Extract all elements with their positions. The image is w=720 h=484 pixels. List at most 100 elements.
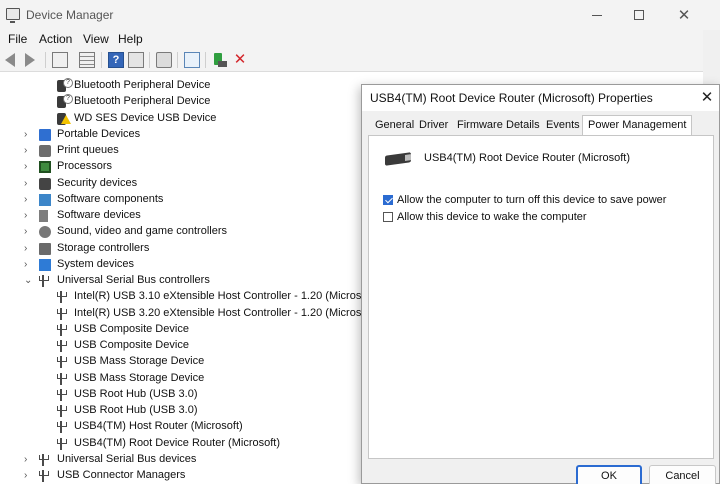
chevron-right-icon[interactable]: › <box>24 241 34 257</box>
ok-button[interactable]: OK <box>576 465 642 484</box>
close-icon: ✕ <box>677 6 691 24</box>
monitor-icon[interactable] <box>184 52 200 68</box>
chevron-right-icon[interactable]: › <box>24 468 34 484</box>
tree-item-label: System devices <box>57 257 135 270</box>
tree-item-label: Sound, video and game controllers <box>57 225 227 238</box>
tree-item-label: USB Mass Storage Device <box>74 355 205 368</box>
close-button[interactable]: ✕ <box>662 4 706 26</box>
allow-wake-option[interactable]: Allow this device to wake the computer <box>383 210 587 224</box>
usb-icon <box>57 437 67 450</box>
system-device-icon <box>39 258 51 271</box>
tab-general[interactable]: General <box>375 119 414 131</box>
view-icon[interactable] <box>128 52 144 68</box>
cancel-button[interactable]: Cancel <box>649 465 716 484</box>
allow-turn-off-checkbox[interactable] <box>383 195 393 205</box>
chevron-right-icon[interactable]: › <box>24 452 34 468</box>
tree-device[interactable]: USB4(TM) Host Router (Microsoft) <box>0 419 370 435</box>
tree-category[interactable]: › Processors <box>0 159 370 175</box>
chevron-down-icon[interactable]: ⌄ <box>24 273 34 289</box>
tab-details[interactable]: Details <box>506 119 540 131</box>
tree-item-label: USB Composite Device <box>74 339 189 351</box>
properties-icon[interactable] <box>79 52 95 68</box>
tab-driver[interactable]: Driver <box>419 119 448 131</box>
dialog-tabs: General Driver Firmware Details Events P… <box>368 115 715 136</box>
usb-icon <box>57 291 67 304</box>
tree-category[interactable]: ⌄ Universal Serial Bus controllers <box>0 273 370 289</box>
tree-category[interactable]: › Sound, video and game controllers <box>0 224 370 240</box>
tree-device[interactable]: Intel(R) USB 3.10 eXtensible Host Contro… <box>0 289 377 305</box>
tree-category[interactable]: › Universal Serial Bus devices <box>0 452 370 468</box>
tree-item-label: Security devices <box>57 176 138 189</box>
allow-turn-off-label: Allow the computer to turn off this devi… <box>397 194 667 206</box>
usb-icon <box>57 356 67 369</box>
toolbar-separator <box>45 52 46 68</box>
tree-item-label: Bluetooth Peripheral Device <box>74 79 211 91</box>
tree-category[interactable]: › System devices <box>0 257 370 273</box>
tree-category[interactable]: › Security devices <box>0 176 370 192</box>
tree-category[interactable]: › Storage controllers <box>0 241 370 257</box>
tree-item-label: Software devices <box>57 209 141 221</box>
chevron-right-icon[interactable]: › <box>24 159 34 175</box>
menu-bar: File Action View Help <box>0 30 720 48</box>
chevron-right-icon[interactable]: › <box>24 127 34 143</box>
usb-icon <box>39 470 49 482</box>
tab-power-management[interactable]: Power Management <box>582 115 693 136</box>
forward-arrow-icon[interactable] <box>25 53 35 67</box>
menu-help[interactable]: Help <box>118 32 143 46</box>
sound-icon <box>39 226 51 239</box>
device-manager-app-icon <box>6 8 20 23</box>
chevron-right-icon[interactable]: › <box>24 143 34 159</box>
printer-icon <box>39 145 51 157</box>
update-driver-icon[interactable] <box>212 52 228 68</box>
chevron-right-icon[interactable]: › <box>24 224 34 240</box>
menu-action[interactable]: Action <box>39 32 72 46</box>
dialog-close-icon[interactable]: ✕ <box>697 88 717 108</box>
chevron-right-icon[interactable]: › <box>24 192 34 208</box>
show-hide-console-tree-icon[interactable] <box>52 52 68 68</box>
tree-item-label: USB Root Hub (USB 3.0) <box>74 404 198 416</box>
tree-category[interactable]: › Portable Devices <box>0 127 370 143</box>
window-title: Device Manager <box>26 8 114 22</box>
maximize-button[interactable] <box>617 4 661 26</box>
tab-events[interactable]: Events <box>546 119 580 131</box>
storage-controller-icon <box>39 242 51 255</box>
tree-category[interactable]: › Software components <box>0 192 370 208</box>
tree-item-label: Universal Serial Bus devices <box>57 452 197 465</box>
chevron-right-icon[interactable]: › <box>24 257 34 273</box>
usb-icon <box>57 421 67 434</box>
tree-item-label: Software components <box>57 192 164 205</box>
tree-device[interactable]: Bluetooth Peripheral Device <box>0 94 370 110</box>
chevron-right-icon[interactable]: › <box>24 176 34 192</box>
tree-item-label: USB Root Hub (USB 3.0) <box>74 387 198 400</box>
uninstall-device-icon[interactable]: ✕ <box>232 52 248 68</box>
tree-device[interactable]: USB Mass Storage Device <box>0 371 370 387</box>
dialog-title: USB4(TM) Root Device Router (Microsoft) … <box>370 91 653 105</box>
tree-device[interactable]: USB Mass Storage Device <box>0 354 370 370</box>
allow-turn-off-option[interactable]: Allow the computer to turn off this devi… <box>383 193 666 207</box>
usb-icon <box>39 275 49 287</box>
help-icon[interactable]: ? <box>108 52 124 68</box>
tree-category[interactable]: › Print queues <box>0 143 370 159</box>
tree-category[interactable]: › USB Connector Managers <box>0 468 370 484</box>
tree-device[interactable]: Bluetooth Peripheral Device <box>0 78 370 94</box>
tab-firmware[interactable]: Firmware <box>457 119 503 131</box>
menu-view[interactable]: View <box>83 32 109 46</box>
tree-device[interactable]: Intel(R) USB 3.20 eXtensible Host Contro… <box>0 306 377 322</box>
chevron-right-icon[interactable]: › <box>24 208 34 224</box>
tree-category[interactable]: › Software devices <box>0 208 370 224</box>
tree-device[interactable]: USB Root Hub (USB 3.0) <box>0 403 370 419</box>
tree-device[interactable]: USB Root Hub (USB 3.0) <box>0 387 370 403</box>
tree-device[interactable]: WD SES Device USB Device <box>0 111 370 127</box>
tree-device[interactable]: USB4(TM) Root Device Router (Microsoft) <box>0 436 370 452</box>
back-arrow-icon[interactable] <box>5 53 15 67</box>
tree-item-label: Processors <box>57 160 113 173</box>
title-bar: Device Manager ✕ <box>0 0 720 30</box>
scan-hardware-changes-icon[interactable] <box>156 52 172 68</box>
software-component-icon <box>39 193 51 206</box>
tree-device[interactable]: USB Composite Device <box>0 322 370 338</box>
tree-device[interactable]: USB Composite Device <box>0 338 370 354</box>
tree-item-label: Bluetooth Peripheral Device <box>74 95 211 108</box>
menu-file[interactable]: File <box>8 32 27 46</box>
minimize-button[interactable] <box>575 4 619 26</box>
allow-wake-checkbox[interactable] <box>383 212 393 222</box>
